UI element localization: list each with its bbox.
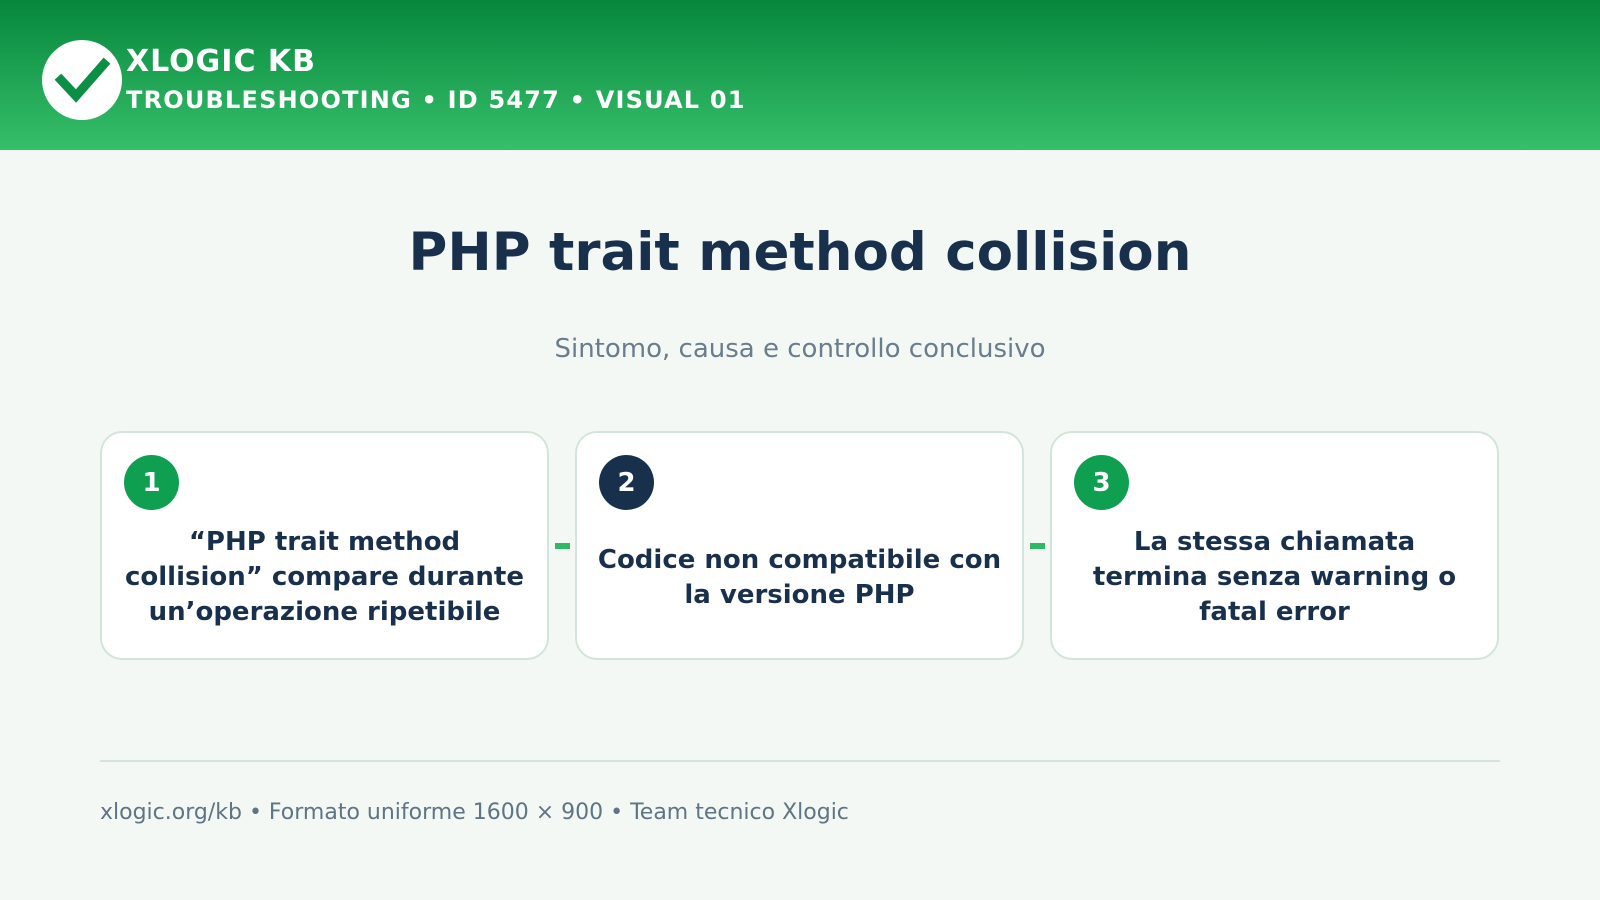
brand-name: XLOGIC KB — [126, 44, 317, 79]
step-card-1: 1 “PHP trait method collision” compare d… — [100, 431, 549, 660]
step-card-text: Codice non compatibile con la versione P… — [597, 544, 1002, 610]
step-number-badge: 2 — [599, 455, 654, 510]
page-title: PHP trait method collision — [408, 222, 1192, 283]
footer-divider — [100, 760, 1500, 762]
footer-text: xlogic.org/kb • Formato uniforme 1600 × … — [100, 800, 849, 825]
step-number-badge: 1 — [124, 455, 179, 510]
header-banner: XLOGIC KB TROUBLESHOOTING • ID 5477 • VI… — [0, 0, 1600, 150]
step-number-badge: 3 — [1074, 455, 1129, 510]
step-card-2: 2 Codice non compatibile con la versione… — [575, 431, 1024, 660]
step-card-text: La stessa chiamata termina senza warning… — [1092, 527, 1457, 627]
checkmark-icon — [54, 57, 111, 103]
connector-line — [555, 543, 570, 549]
logo — [42, 40, 122, 120]
page-subtitle: Sintomo, causa e controllo conclusivo — [554, 334, 1046, 364]
step-card-text: “PHP trait method collision” compare dur… — [124, 527, 524, 627]
connector-line — [1030, 543, 1045, 549]
step-card-3: 3 La stessa chiamata termina senza warni… — [1050, 431, 1499, 660]
breadcrumb: TROUBLESHOOTING • ID 5477 • VISUAL 01 — [126, 86, 746, 114]
